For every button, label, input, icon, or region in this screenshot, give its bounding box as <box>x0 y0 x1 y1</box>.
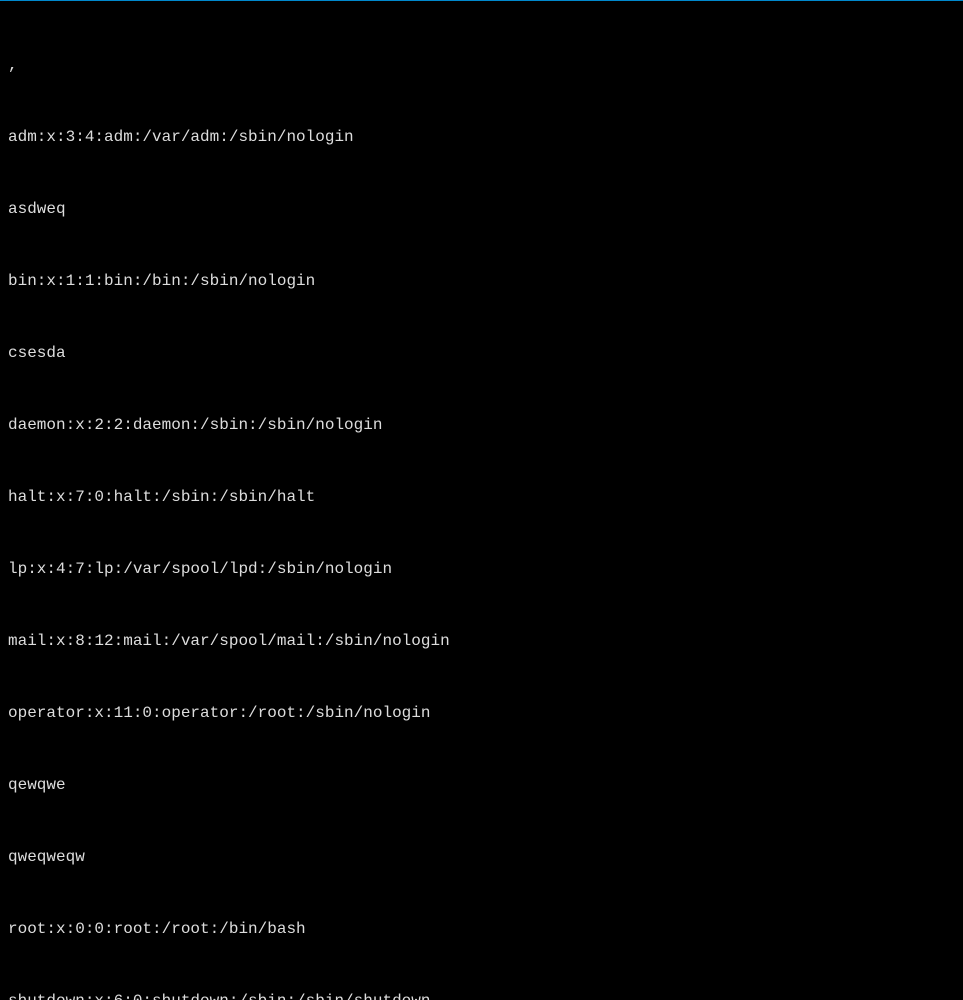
output-line: bin:x:1:1:bin:/bin:/sbin/nologin <box>8 269 955 293</box>
output-line: operator:x:11:0:operator:/root:/sbin/nol… <box>8 701 955 725</box>
terminal-output[interactable]: , adm:x:3:4:adm:/var/adm:/sbin/nologin a… <box>8 5 955 1000</box>
output-line: mail:x:8:12:mail:/var/spool/mail:/sbin/n… <box>8 629 955 653</box>
output-line: shutdown:x:6:0:shutdown:/sbin:/sbin/shut… <box>8 989 955 1000</box>
output-line: halt:x:7:0:halt:/sbin:/sbin/halt <box>8 485 955 509</box>
output-line: qewqwe <box>8 773 955 797</box>
output-line: , <box>8 53 955 77</box>
output-line: root:x:0:0:root:/root:/bin/bash <box>8 917 955 941</box>
output-line: adm:x:3:4:adm:/var/adm:/sbin/nologin <box>8 125 955 149</box>
output-line: asdweq <box>8 197 955 221</box>
output-line: daemon:x:2:2:daemon:/sbin:/sbin/nologin <box>8 413 955 437</box>
output-line: lp:x:4:7:lp:/var/spool/lpd:/sbin/nologin <box>8 557 955 581</box>
output-line: csesda <box>8 341 955 365</box>
output-line: qweqweqw <box>8 845 955 869</box>
